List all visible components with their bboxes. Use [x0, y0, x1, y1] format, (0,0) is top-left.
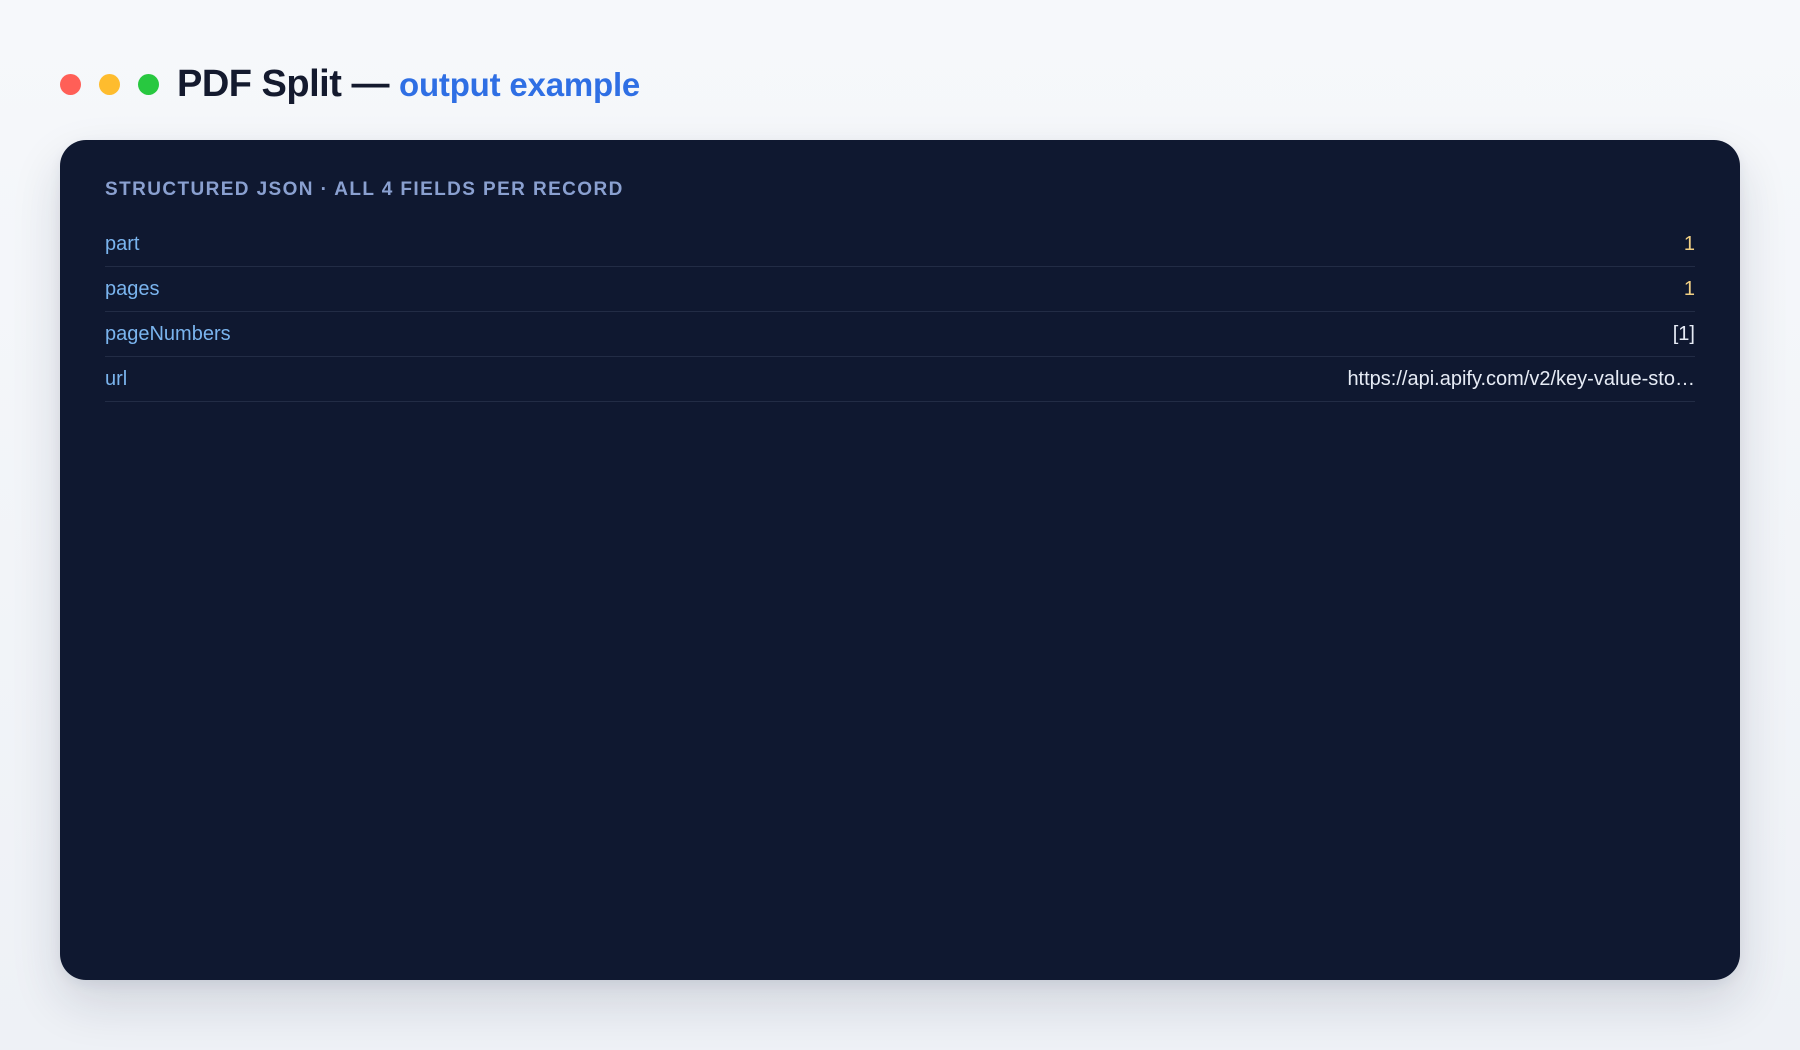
panel-heading: STRUCTURED JSON · ALL 4 FIELDS PER RECOR… [105, 179, 624, 200]
field-key: pageNumbers [105, 322, 231, 345]
maximize-window-dot-icon[interactable] [138, 73, 159, 95]
page-header: PDF Split — output example [60, 58, 640, 110]
json-field-row-url: url https://api.apify.com/v2/key-value-s… [105, 357, 1695, 402]
json-field-row-part: part 1 [105, 222, 1695, 267]
field-value: 1 [1683, 277, 1695, 300]
field-key: url [105, 367, 128, 390]
json-output-panel: STRUCTURED JSON · ALL 4 FIELDS PER RECOR… [60, 140, 1740, 980]
field-value-url[interactable]: https://api.apify.com/v2/key-value-sto… [1347, 368, 1695, 391]
field-value: 1 [1683, 232, 1695, 255]
field-key: pages [105, 277, 160, 300]
page-title-main: PDF Split — [177, 62, 389, 105]
json-field-row-pagenumbers: pageNumbers [1] [105, 312, 1695, 357]
field-key: part [105, 232, 140, 255]
minimize-window-dot-icon[interactable] [99, 73, 120, 95]
json-field-row-pages: pages 1 [105, 267, 1695, 312]
close-window-dot-icon[interactable] [60, 73, 81, 95]
page-title-subtitle: output example [399, 65, 641, 103]
json-field-list: part 1 pages 1 pageNumbers [1] url https… [105, 222, 1695, 402]
field-value: [1] [1672, 322, 1695, 345]
window-controls [60, 73, 159, 95]
page-title: PDF Split — output example [177, 63, 640, 106]
